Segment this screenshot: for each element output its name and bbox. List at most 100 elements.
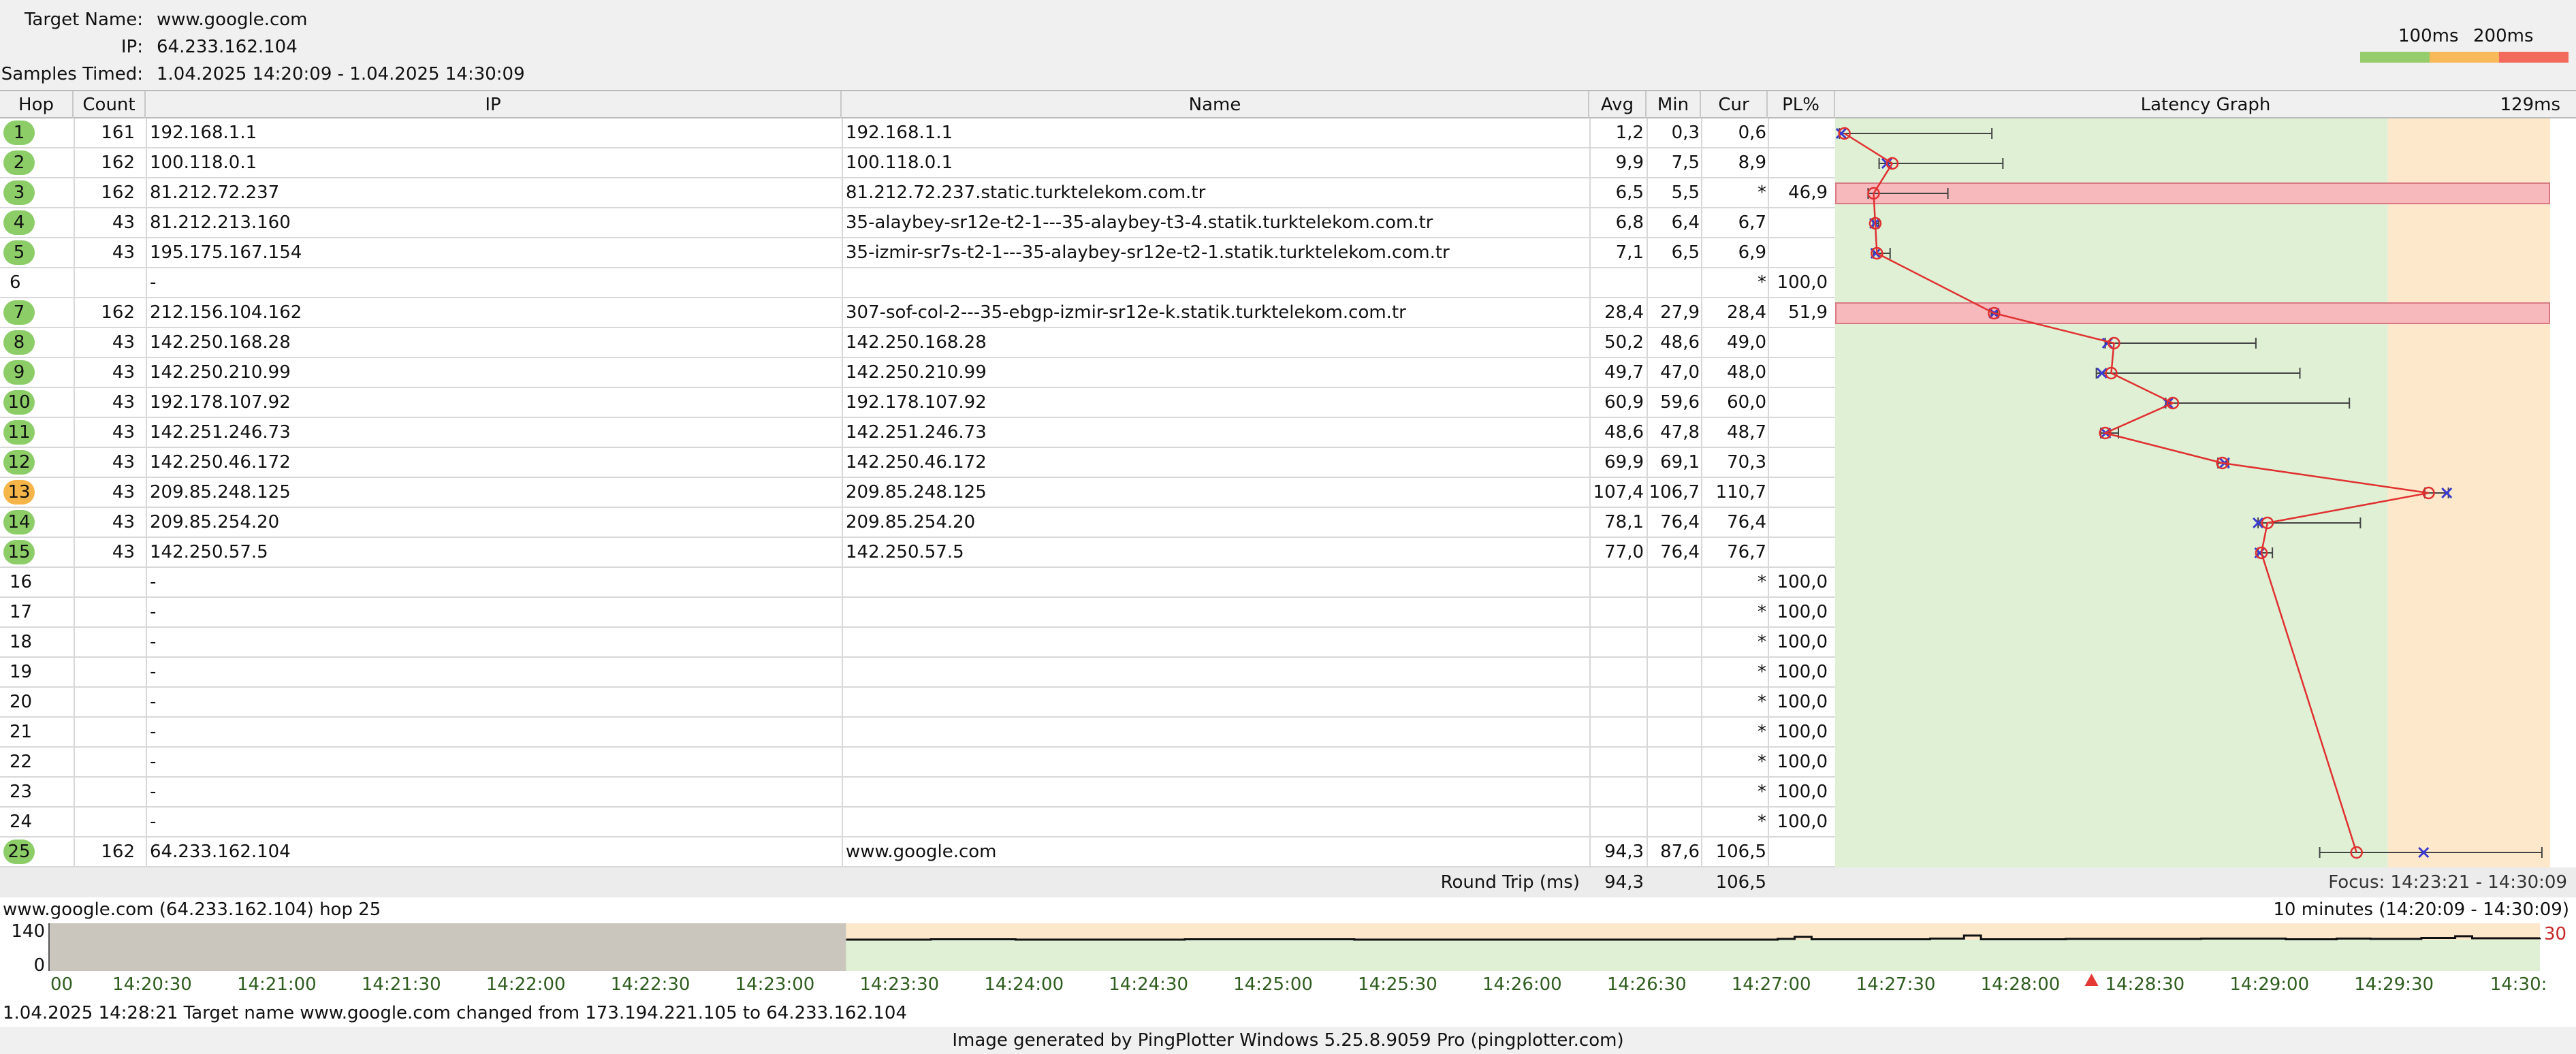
- column-separator: [74, 538, 75, 568]
- hop-cell: 6: [0, 268, 74, 297]
- round-trip-label: Round Trip (ms): [1440, 872, 1580, 893]
- hop-cell: 1: [0, 118, 74, 147]
- hop-row[interactable]: 14 43 209.85.254.20 209.85.254.20 78,1 76,4 76…: [0, 508, 1835, 538]
- timeline-chart[interactable]: 140 0 30 00 14:20:30 14:21:00 14:21:30 14:22:00…: [0, 921, 2576, 995]
- hop-cur: *: [1758, 602, 1766, 622]
- hop-row[interactable]: 25 162 64.233.162.104 www.google.com 94,3 87,…: [0, 837, 1835, 867]
- column-separator: [1701, 478, 1702, 508]
- hop-min: 106,7: [1649, 482, 1700, 502]
- column-separator: [1768, 388, 1769, 418]
- hop-cur: *: [1758, 272, 1766, 293]
- hop-name: 192.168.1.1: [846, 123, 953, 143]
- hop-min: [1648, 598, 1700, 626]
- hop-row[interactable]: 13 43 209.85.248.125 209.85.248.125 107,4 106…: [0, 478, 1835, 508]
- col-count[interactable]: Count: [74, 91, 146, 118]
- hop-count: [74, 808, 140, 836]
- hop-cur: 48,0: [1727, 362, 1766, 383]
- column-separator: [74, 808, 75, 837]
- hop-count: [74, 718, 140, 746]
- hop-row[interactable]: 3 162 81.212.72.237 81.212.72.237.static.tu…: [0, 178, 1835, 208]
- column-separator: [842, 508, 843, 538]
- col-ip[interactable]: IP: [146, 91, 842, 118]
- col-avg[interactable]: Avg: [1589, 91, 1647, 118]
- hop-row[interactable]: 20 - * 100,0: [0, 688, 1835, 718]
- hop-ip: -: [150, 722, 157, 742]
- col-hop[interactable]: Hop: [0, 91, 74, 118]
- hop-row[interactable]: 12 43 142.250.46.172 142.250.46.172 69,9 69,1…: [0, 448, 1835, 478]
- col-pl[interactable]: PL%: [1768, 91, 1835, 118]
- column-separator: [1701, 328, 1702, 358]
- hop-row[interactable]: 4 43 81.212.213.160 35-alaybey-sr12e-t2-1--…: [0, 208, 1835, 238]
- hop-row[interactable]: 8 43 142.250.168.28 142.250.168.28 50,2 48,6 4…: [0, 328, 1835, 358]
- hop-avg: 78,1: [1604, 512, 1644, 532]
- hop-name: 209.85.254.20: [846, 512, 976, 532]
- timeline-tick-label: 14:27:30: [1856, 974, 1936, 994]
- timeline-tick-label: 14:23:00: [735, 974, 815, 994]
- hop-ip: -: [150, 662, 157, 682]
- hop-cur: 110,7: [1715, 482, 1766, 502]
- column-separator: [842, 118, 843, 148]
- legend-200ms: 200ms: [2473, 26, 2534, 46]
- hop-row[interactable]: 17 - * 100,0: [0, 598, 1835, 628]
- column-separator: [842, 598, 843, 628]
- hop-min: [1648, 628, 1700, 656]
- column-separator: [1701, 118, 1702, 148]
- legend-good-swatch: [2360, 52, 2430, 63]
- column-separator: [1768, 568, 1769, 598]
- hop-number: 7: [3, 300, 35, 325]
- hop-row[interactable]: 23 - * 100,0: [0, 778, 1835, 808]
- column-separator: [74, 688, 75, 718]
- hop-name: [846, 688, 1581, 716]
- hop-name: 142.250.210.99: [846, 362, 987, 383]
- hop-row[interactable]: 10 43 192.178.107.92 192.178.107.92 60,9 59,6…: [0, 388, 1835, 418]
- hop-packet-loss: 100,0: [1777, 632, 1828, 652]
- hop-number: 6: [10, 272, 21, 293]
- hop-row[interactable]: 11 43 142.251.246.73 142.251.246.73 48,6 47,8…: [0, 418, 1835, 448]
- hop-row[interactable]: 7 162 212.156.104.162 307-sof-col-2---35-eb…: [0, 298, 1835, 328]
- column-separator: [1768, 298, 1769, 328]
- column-separator: [1701, 418, 1702, 448]
- hop-row[interactable]: 22 - * 100,0: [0, 748, 1835, 778]
- hop-row[interactable]: 5 43 195.175.167.154 35-izmir-sr7s-t2-1---3…: [0, 238, 1835, 268]
- column-separator: [1701, 508, 1702, 538]
- hop-ip: -: [150, 602, 157, 622]
- column-separator: [842, 658, 843, 688]
- hop-row[interactable]: 9 43 142.250.210.99 142.250.210.99 49,7 47,0 4…: [0, 358, 1835, 388]
- hop-ip: 192.168.1.1: [150, 123, 257, 143]
- hop-number: 17: [10, 602, 33, 622]
- column-separator: [1768, 238, 1769, 268]
- hop-row[interactable]: 21 - * 100,0: [0, 718, 1835, 748]
- col-cur[interactable]: Cur: [1701, 91, 1768, 118]
- column-separator: [146, 268, 147, 298]
- hop-row[interactable]: 19 - * 100,0: [0, 658, 1835, 688]
- hop-number: 21: [10, 722, 33, 742]
- col-name[interactable]: Name: [842, 91, 1589, 118]
- timeline-tick-label: 14:26:00: [1482, 974, 1562, 994]
- hop-row[interactable]: 24 - * 100,0: [0, 808, 1835, 837]
- hop-packet-loss: 100,0: [1777, 272, 1828, 293]
- col-min[interactable]: Min: [1647, 91, 1701, 118]
- hop-row[interactable]: 1 161 192.168.1.1 192.168.1.1 1,2 0,3 0,6: [0, 118, 1835, 148]
- hop-number: 5: [3, 240, 35, 265]
- timeline-tick-label: 14:24:30: [1109, 974, 1188, 994]
- column-separator: [1647, 328, 1648, 358]
- column-separator: [1647, 568, 1648, 598]
- hop-count: 43: [112, 542, 135, 562]
- hop-row[interactable]: 15 43 142.250.57.5 142.250.57.5 77,0 76,4 76,7: [0, 538, 1835, 568]
- column-separator: [146, 418, 147, 448]
- column-separator: [1701, 658, 1702, 688]
- hop-row[interactable]: 2 162 100.118.0.1 100.118.0.1 9,9 7,5 8,9: [0, 148, 1835, 178]
- timeline-tick-label: 14:21:00: [237, 974, 317, 994]
- hop-row[interactable]: 16 - * 100,0: [0, 568, 1835, 598]
- column-separator: [1647, 268, 1648, 298]
- column-separator: [842, 418, 843, 448]
- hop-ip: -: [150, 812, 157, 832]
- timeline-panel[interactable]: 140 0 30 00 14:20:30 14:21:00 14:21:30 14:22:00…: [0, 921, 2576, 995]
- hop-row[interactable]: 18 - * 100,0: [0, 628, 1835, 658]
- hop-row[interactable]: 6 - * 100,0: [0, 268, 1835, 298]
- hop-cur: 106,5: [1715, 842, 1766, 862]
- column-separator: [842, 778, 843, 808]
- hop-count: 43: [112, 392, 135, 413]
- hop-name: 35-alaybey-sr12e-t2-1---35-alaybey-t3-4.…: [846, 212, 1433, 233]
- column-separator: [1647, 688, 1648, 718]
